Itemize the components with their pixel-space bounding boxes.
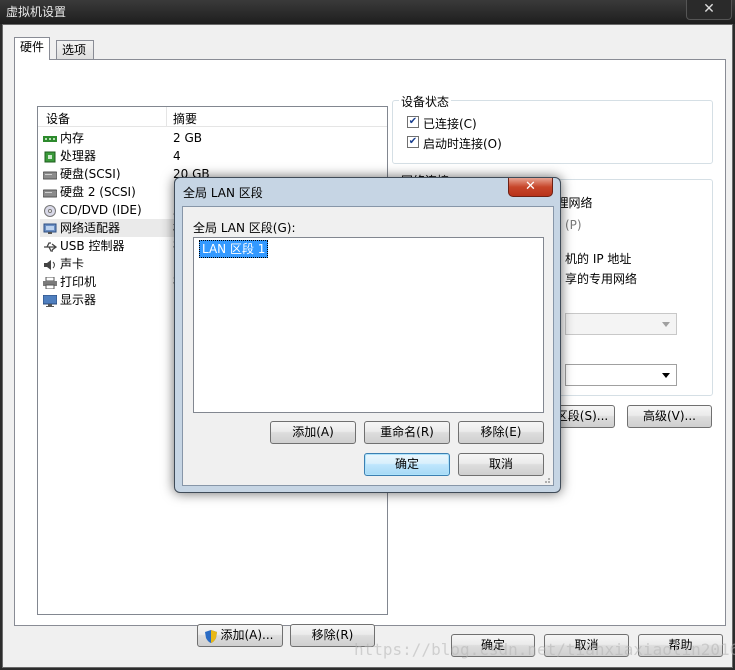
lan-segments-dialog: 全局 LAN 区段 ✕ 全局 LAN 区段(G): LAN 区段 1 添加(A)… (174, 177, 561, 493)
dialog-add-button[interactable]: 添加(A) (270, 421, 356, 444)
device-list-header: 设备 摘要 (38, 107, 387, 127)
device-name: 网络适配器 (60, 221, 121, 235)
dialog-remove-button[interactable]: 移除(E) (458, 421, 544, 444)
dialog-cancel-button[interactable]: 取消 (458, 453, 544, 476)
printer-icon (43, 276, 57, 290)
add-device-button[interactable]: 添加(A)... (197, 624, 283, 647)
dialog-ok-button[interactable]: 确定 (364, 453, 450, 476)
tab-hardware[interactable]: 硬件 (14, 37, 51, 60)
device-name: 显示器 (60, 293, 97, 307)
device-name: 硬盘(SCSI) (60, 167, 121, 181)
device-name: 内存 (60, 131, 85, 145)
chevron-down-icon (662, 373, 670, 378)
nat-label[interactable]: 机的 IP 地址 (565, 250, 631, 267)
lan-segment-item[interactable]: LAN 区段 1 (199, 240, 269, 258)
device-name: 硬盘 2 (SCSI) (60, 185, 136, 199)
dialog-close-button[interactable]: ✕ (508, 178, 553, 197)
display-icon (42, 294, 58, 307)
column-summary[interactable]: 摘要 (173, 110, 197, 127)
device-status-title: 设备状态 (399, 93, 452, 110)
harddisk-icon (42, 168, 58, 180)
usb-icon (43, 240, 58, 252)
chevron-down-icon (662, 322, 670, 327)
window-titlebar[interactable]: 虚拟机设置 (0, 0, 735, 24)
connected-label[interactable]: 已连接(C) (423, 115, 477, 132)
connected-checkbox[interactable]: ✔ (407, 116, 419, 128)
resize-grip-icon[interactable] (541, 473, 551, 483)
device-row[interactable]: 处理器 4 (40, 147, 385, 165)
dialog-body: 全局 LAN 区段(G): LAN 区段 1 添加(A) 重命名(R) 移除(E… (182, 206, 554, 486)
device-name: USB 控制器 (60, 239, 125, 253)
column-device[interactable]: 设备 (46, 110, 70, 127)
window-close-button[interactable]: ✕ (686, 0, 732, 20)
device-name: 处理器 (60, 149, 97, 163)
device-name: 声卡 (60, 257, 85, 271)
memory-icon (43, 132, 57, 144)
device-summary: 2 GB (173, 131, 202, 145)
dialog-rename-button[interactable]: 重命名(R) (364, 421, 450, 444)
replicate-physical-label: (P) (565, 218, 582, 232)
device-name: 打印机 (60, 275, 97, 289)
window-title: 虚拟机设置 (6, 5, 67, 19)
advanced-button[interactable]: 高级(V)... (627, 405, 712, 428)
device-status-group: 设备状态 ✔ 已连接(C) ✔ 启动时连接(O) (392, 93, 713, 164)
device-name: CD/DVD (IDE) (60, 203, 142, 217)
custom-network-combo[interactable] (565, 313, 677, 335)
hostonly-label[interactable]: 享的专用网络 (565, 270, 637, 287)
lan-segment-list[interactable]: LAN 区段 1 (193, 237, 544, 413)
connect-on-start-checkbox[interactable]: ✔ (407, 136, 419, 148)
watermark: https://blog.csdn.net/tianxiaxiaolin2016 (354, 640, 735, 659)
shield-icon (205, 629, 217, 643)
sound-icon (43, 258, 57, 270)
processor-icon (43, 150, 57, 163)
device-row[interactable]: 内存 2 GB (40, 129, 385, 147)
connect-on-start-label[interactable]: 启动时连接(O) (423, 135, 502, 152)
network-icon (43, 222, 57, 234)
harddisk-icon (42, 186, 58, 198)
tab-options[interactable]: 选项 (56, 40, 94, 61)
lan-list-label: 全局 LAN 区段(G): (193, 221, 296, 235)
cd-icon (43, 204, 57, 217)
column-divider[interactable] (166, 107, 167, 127)
lan-segment-combo[interactable] (565, 364, 677, 386)
device-summary: 4 (173, 149, 181, 163)
dialog-title: 全局 LAN 区段 (183, 186, 263, 200)
